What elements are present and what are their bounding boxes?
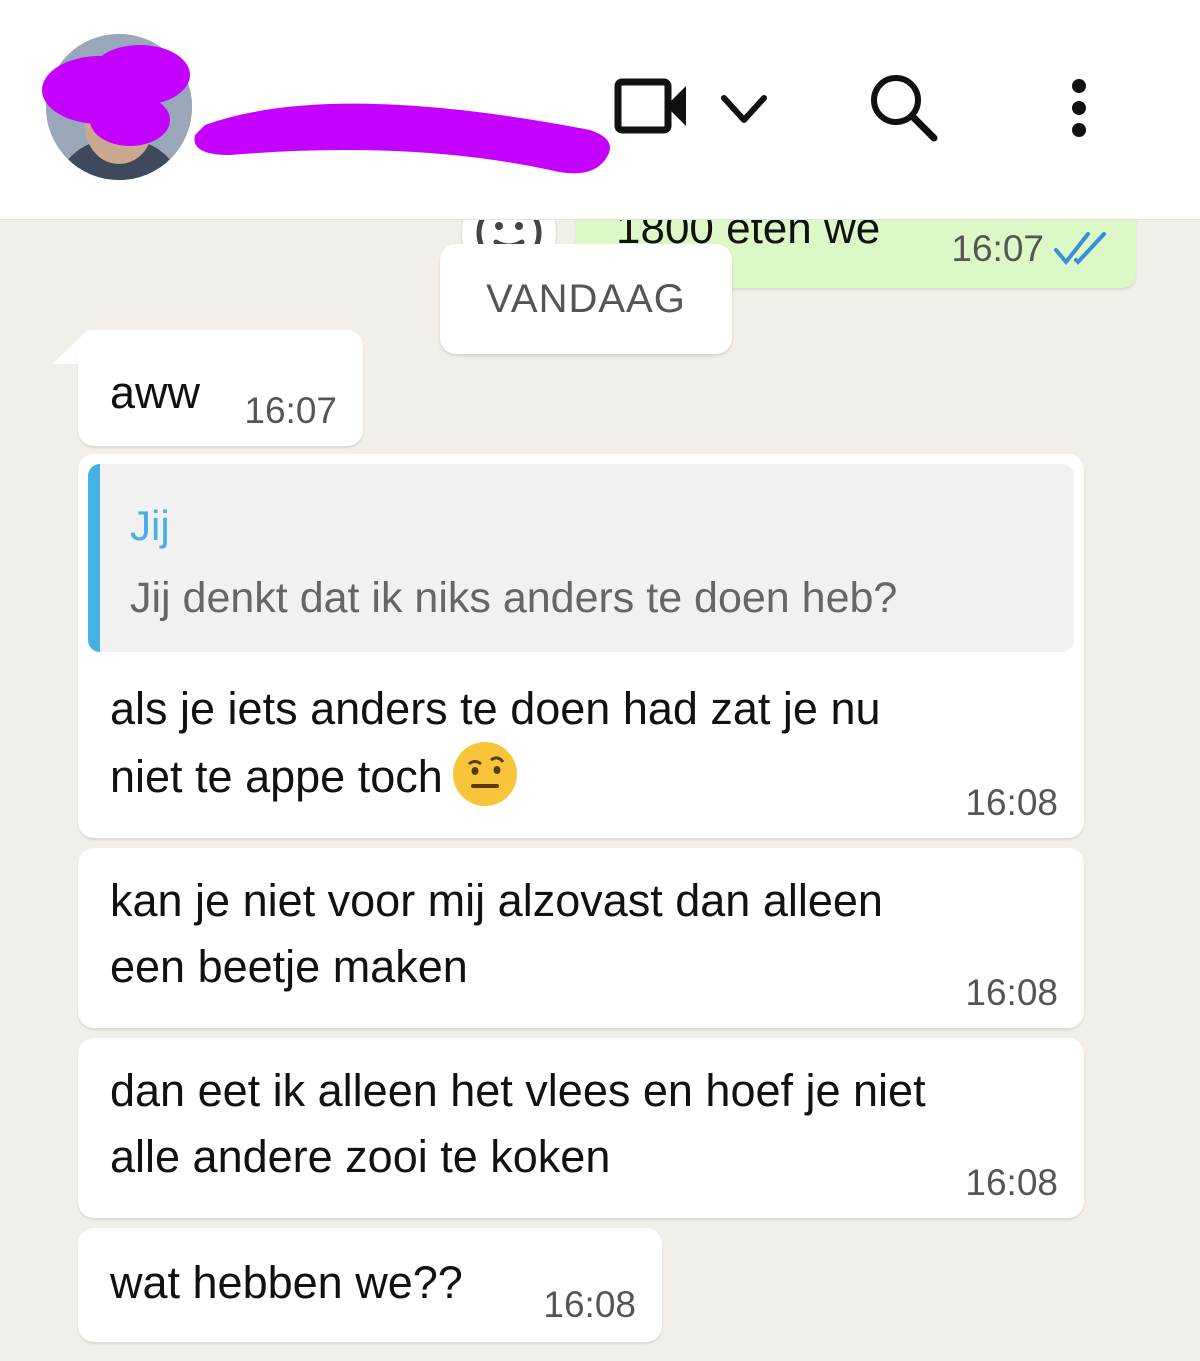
message-line: kan je niet voor mij alzovast dan alleen [110, 875, 883, 926]
incoming-message-bubble[interactable]: Jij Jij denkt dat ik niks anders te doen… [78, 454, 1084, 838]
double-check-icon [1054, 232, 1106, 266]
incoming-message-bubble[interactable]: dan eet ik alleen het vlees en hoef je n… [78, 1038, 1084, 1218]
message-line-with-emoji: niet te appe toch [110, 742, 881, 810]
message-line: niet te appe toch [110, 751, 443, 802]
message-text: dan eet ik alleen het vlees en hoef je n… [110, 1058, 926, 1190]
quote-text: Jij denkt dat ik niks anders te doen heb… [130, 574, 898, 622]
message-text: kan je niet voor mij alzovast dan alleen… [110, 868, 883, 1000]
chevron-down-icon [721, 95, 767, 123]
message-line: een beetje maken [110, 941, 468, 992]
video-call-button[interactable] [612, 74, 692, 143]
chat-header [0, 0, 1200, 220]
search-button[interactable] [866, 72, 942, 149]
video-call-icon [614, 78, 686, 134]
quote-author: Jij [130, 502, 170, 549]
message-time: 16:07 [951, 228, 1044, 269]
raised-eyebrow-emoji-icon [452, 742, 517, 806]
message-time: 16:08 [965, 782, 1058, 823]
more-options-button[interactable] [1064, 78, 1094, 147]
quote-accent-bar [88, 464, 100, 652]
redaction-scribble [42, 45, 610, 174]
message-line: alle andere zooi te koken [110, 1131, 611, 1182]
more-options-icon [1072, 79, 1086, 137]
incoming-message-bubble[interactable]: wat hebben we?? 16:08 [78, 1228, 662, 1342]
message-time: 16:08 [965, 1162, 1058, 1203]
message-text: als je iets anders te doen had zat je nu… [110, 676, 881, 810]
quoted-reply[interactable]: Jij Jij denkt dat ik niks anders te doen… [88, 464, 1074, 652]
message-line: als je iets anders te doen had zat je nu [110, 683, 881, 734]
incoming-message-bubble[interactable]: aww 16:07 [78, 330, 363, 446]
date-separator: VANDAAG [440, 244, 732, 354]
incoming-message-bubble[interactable]: kan je niet voor mij alzovast dan alleen… [78, 848, 1084, 1028]
message-time: 16:07 [244, 390, 337, 431]
message-time: 16:08 [965, 972, 1058, 1013]
message-time: 16:08 [543, 1284, 636, 1325]
message-text: wat hebben we?? [110, 1257, 463, 1308]
message-line: dan eet ik alleen het vlees en hoef je n… [110, 1065, 926, 1116]
search-icon [871, 75, 938, 142]
message-text: aww [110, 367, 201, 418]
video-call-options-button[interactable] [718, 90, 770, 135]
